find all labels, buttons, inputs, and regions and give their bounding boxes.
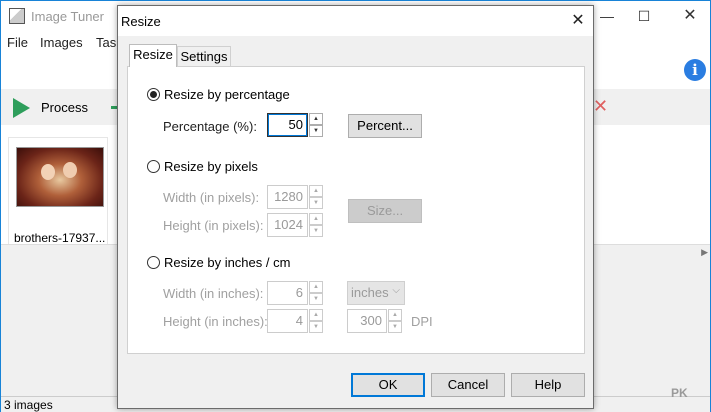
spin-up-icon[interactable]: ▲ [309, 281, 323, 293]
inch-height-spinner[interactable]: ▲ ▼ [309, 309, 323, 333]
watermark-logo: PK [671, 386, 688, 400]
remove-icon[interactable]: ✕ [593, 96, 608, 117]
dpi-label: DPI [411, 314, 433, 329]
app-icon [9, 8, 25, 24]
spin-up-icon[interactable]: ▲ [309, 213, 323, 225]
pixel-height-input[interactable]: 1024 [267, 213, 308, 237]
spin-down-icon[interactable]: ▼ [309, 321, 323, 333]
scroll-right-icon[interactable]: ▶ [701, 247, 708, 258]
inches-radio-label[interactable]: Resize by inches / cm [164, 255, 290, 270]
menu-file[interactable]: File [7, 35, 28, 50]
thumbnail-image [16, 147, 104, 207]
tab-resize[interactable]: Resize [129, 44, 177, 67]
spin-down-icon[interactable]: ▼ [309, 225, 323, 237]
menu-images[interactable]: Images [40, 35, 83, 50]
ok-button[interactable]: OK [351, 373, 425, 397]
info-icon[interactable]: i [684, 59, 706, 81]
unit-select-value: inches [351, 285, 389, 300]
dpi-spinner[interactable]: ▲ ▼ [388, 309, 402, 333]
status-text: 3 images [4, 398, 53, 412]
spin-down-icon[interactable]: ▼ [309, 293, 323, 305]
dialog-titlebar: Resize ✕ [118, 6, 593, 36]
percent-button[interactable]: Percent... [348, 114, 422, 138]
inch-width-input[interactable]: 6 [267, 281, 308, 305]
pixel-width-spinner[interactable]: ▲ ▼ [309, 185, 323, 209]
chevron-down-icon: ⌵ [392, 285, 400, 296]
unit-select[interactable]: inches ⌵ [347, 281, 405, 305]
pixel-width-input[interactable]: 1280 [267, 185, 308, 209]
pixels-radio-label[interactable]: Resize by pixels [164, 159, 258, 174]
percentage-label: Percentage (%): [163, 119, 257, 134]
tab-settings[interactable]: Settings [177, 46, 231, 68]
pixel-height-spinner[interactable]: ▲ ▼ [309, 213, 323, 237]
spin-down-icon[interactable]: ▼ [388, 321, 402, 333]
percentage-radio-label[interactable]: Resize by percentage [164, 87, 290, 102]
help-button[interactable]: Help [511, 373, 585, 397]
cancel-button[interactable]: Cancel [431, 373, 505, 397]
pixel-width-label: Width (in pixels): [163, 190, 260, 205]
spin-up-icon[interactable]: ▲ [309, 113, 323, 125]
maximize-icon[interactable]: ☐ [634, 7, 654, 25]
pixels-radio[interactable] [147, 160, 160, 173]
inches-radio[interactable] [147, 256, 160, 269]
inch-height-label: Height (in inches): [163, 314, 268, 329]
inch-width-label: Width (in inches): [163, 286, 264, 301]
thumbnail-face [63, 162, 77, 178]
resize-tab-panel: Resize by percentage Percentage (%): 50 … [127, 66, 585, 354]
percentage-input[interactable]: 50 [267, 113, 308, 137]
thumbnail-face [41, 164, 55, 180]
thumbnail-card[interactable]: brothers-17937... [8, 137, 108, 257]
inch-height-input[interactable]: 4 [267, 309, 308, 333]
spin-up-icon[interactable]: ▲ [388, 309, 402, 321]
spin-up-icon[interactable]: ▲ [309, 185, 323, 197]
spin-up-icon[interactable]: ▲ [309, 309, 323, 321]
dialog-close-icon[interactable]: ✕ [568, 11, 588, 31]
minimize-icon[interactable]: — [597, 7, 617, 25]
pixel-height-label: Height (in pixels): [163, 218, 264, 233]
app-title: Image Tuner [31, 9, 104, 24]
close-icon[interactable]: ✕ [680, 7, 700, 25]
spin-down-icon[interactable]: ▼ [309, 197, 323, 209]
resize-dialog: Resize ✕ Resize Settings Resize by perce… [117, 5, 594, 409]
process-label: Process [41, 100, 88, 115]
thumbnail-caption: brothers-17937... [14, 231, 106, 245]
spin-down-icon[interactable]: ▼ [309, 125, 323, 137]
dpi-input[interactable]: 300 [347, 309, 387, 333]
inch-width-spinner[interactable]: ▲ ▼ [309, 281, 323, 305]
dialog-title: Resize [121, 14, 161, 29]
size-button[interactable]: Size... [348, 199, 422, 223]
percentage-spinner[interactable]: ▲ ▼ [309, 113, 323, 137]
play-icon [13, 98, 30, 118]
percentage-radio[interactable] [147, 88, 160, 101]
